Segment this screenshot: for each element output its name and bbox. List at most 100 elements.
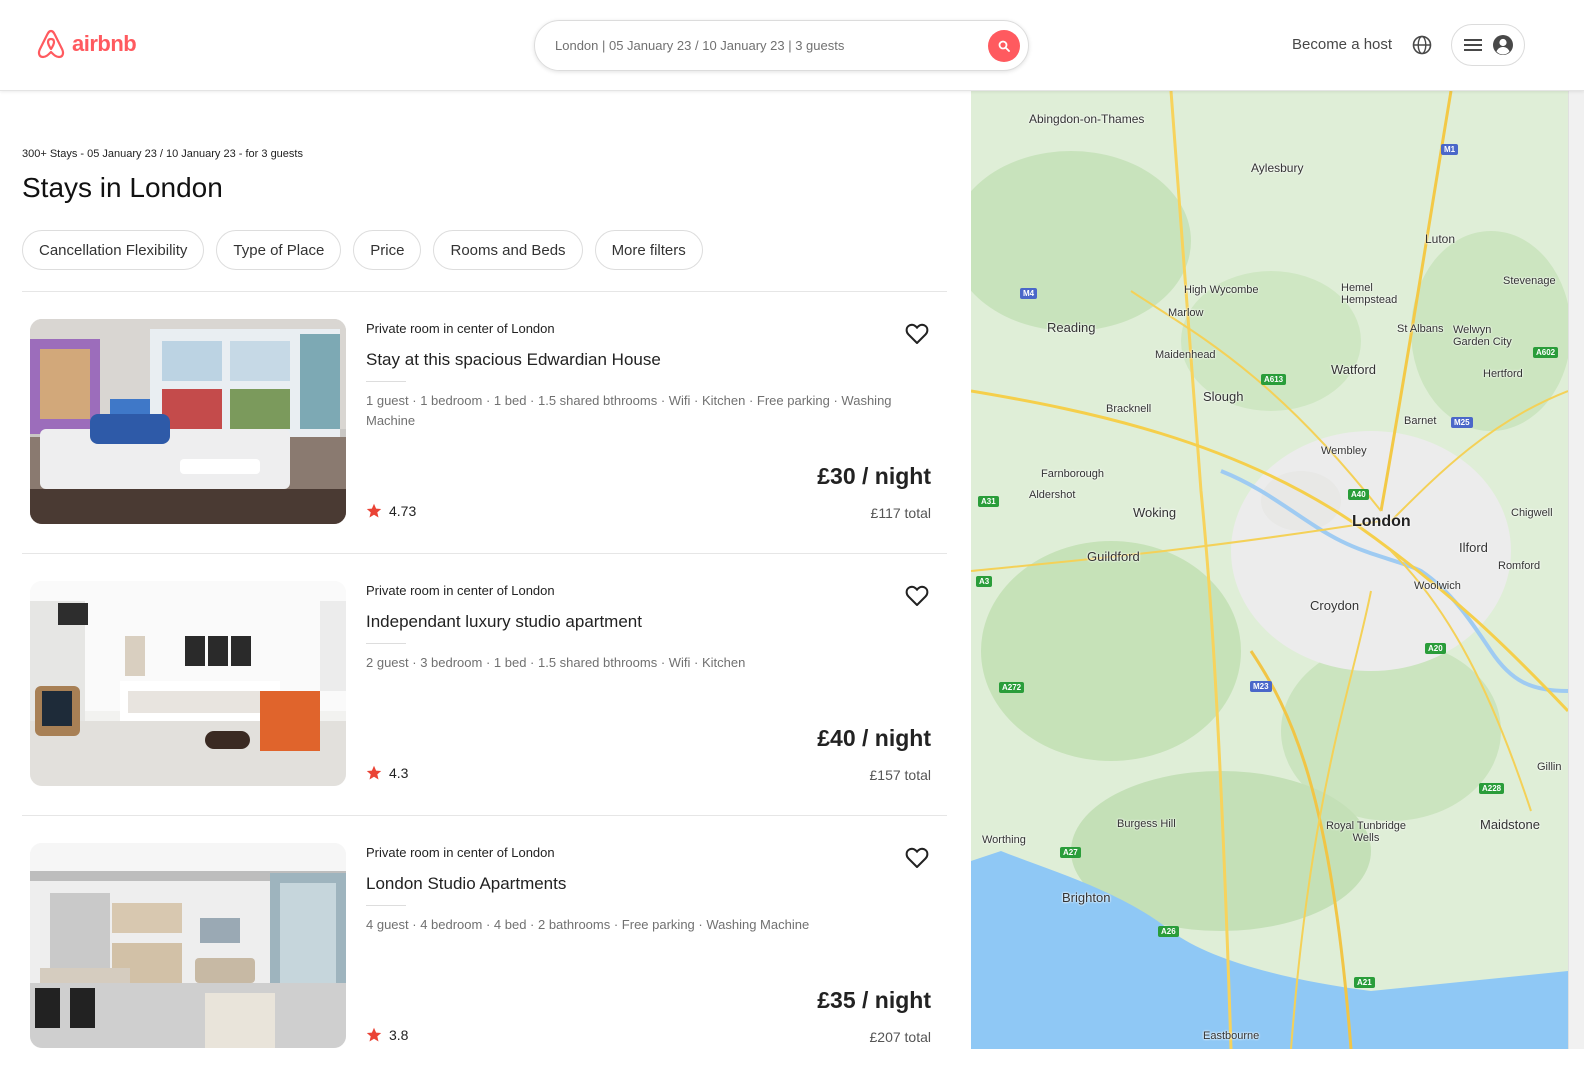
filter-cancellation-flexibility[interactable]: Cancellation Flexibility: [22, 230, 205, 270]
page-scrollbar[interactable]: [1568, 0, 1584, 1049]
listing-amenities: 4 guest · 4 bedroom · 4 bed · 2 bathroom…: [366, 917, 810, 932]
listing-subtitle: Private room in center of London: [366, 845, 555, 860]
listing-rating: 4.73: [366, 503, 416, 519]
road-shield: M23: [1250, 681, 1272, 692]
road-shield: A272: [999, 682, 1025, 693]
star-icon: [366, 1027, 382, 1042]
map-place-label: Luton: [1425, 232, 1456, 246]
map-place-label: Croydon: [1310, 598, 1360, 613]
road-shield: A27: [1060, 847, 1081, 858]
search-icon: [998, 40, 1010, 52]
heart-icon[interactable]: [904, 583, 930, 609]
listing-title[interactable]: Stay at this spacious Edwardian House: [366, 350, 661, 370]
road-shield: A228: [1479, 783, 1505, 794]
listing-card[interactable]: Private room in center of London Indepen…: [22, 553, 947, 815]
map-place-label: Burgess Hill: [1117, 818, 1176, 830]
map-place-label: Maidstone: [1480, 817, 1540, 832]
map-place-label: Bracknell: [1106, 403, 1152, 415]
road-shield: A21: [1354, 977, 1375, 988]
hamburger-menu-icon: [1464, 39, 1482, 51]
listing-subtitle: Private room in center of London: [366, 583, 555, 598]
road-shield: A602: [1533, 347, 1559, 358]
road-shield: A40: [1348, 489, 1369, 500]
listing-photo[interactable]: [30, 319, 346, 524]
listing-price: £40 / night: [817, 725, 931, 751]
map-place-label: Gillin: [1537, 761, 1562, 773]
road-shield: M1: [1441, 144, 1459, 155]
map-place-label: Royal Tunbridge Wells: [1325, 820, 1407, 844]
map-place-label: Romford: [1498, 560, 1541, 572]
listing-price: £35 / night: [817, 987, 931, 1013]
map-panel[interactable]: Abingdon-on-Thames Aylesbury Luton Steve…: [971, 91, 1568, 1049]
map-place-label: Guildford: [1087, 549, 1140, 564]
map-place-label: Woolwich: [1414, 580, 1461, 592]
filter-rooms-and-beds[interactable]: Rooms and Beds: [433, 230, 583, 270]
listing-total: £117 total: [870, 505, 931, 521]
road-shield: A3: [976, 576, 993, 587]
map-place-label: Reading: [1047, 320, 1096, 335]
listing-card[interactable]: Private room in center of London London …: [22, 815, 947, 1077]
filter-bar: Cancellation Flexibility Type of Place P…: [22, 230, 703, 270]
search-bar[interactable]: London | 05 January 23 / 10 January 23 |…: [534, 20, 1029, 71]
listing-title[interactable]: Independant luxury studio apartment: [366, 612, 642, 632]
map-city-label: London: [1352, 513, 1411, 530]
listing-title[interactable]: London Studio Apartments: [366, 874, 566, 894]
map-place-label: Hertford: [1483, 368, 1523, 380]
listing-amenities: 1 guest · 1 bedroom · 1 bed · 1.5 shared…: [366, 393, 892, 428]
rating-value: 3.8: [389, 1027, 409, 1043]
listing-rating: 4.3: [366, 765, 408, 781]
listing-subtitle: Private room in center of London: [366, 321, 555, 336]
listing-rule: [366, 381, 406, 382]
road-shield: A31: [978, 496, 999, 507]
top-header: airbnb London | 05 January 23 / 10 Janua…: [0, 0, 1584, 91]
studio-photo-image: [30, 581, 346, 786]
brand-name: airbnb: [72, 31, 137, 56]
listing-rule: [366, 905, 406, 906]
map-place-label: Brighton: [1062, 890, 1111, 905]
page-title: Stays in London: [22, 172, 223, 203]
road-shield: A26: [1158, 926, 1179, 937]
star-icon: [366, 503, 382, 518]
search-button[interactable]: [988, 30, 1020, 62]
listing-amenities: 2 guest · 3 bedroom · 1 bed · 1.5 shared…: [366, 655, 746, 670]
filter-type-of-place[interactable]: Type of Place: [216, 230, 342, 270]
map-place-label: Stevenage: [1503, 275, 1556, 287]
listing-card[interactable]: Private room in center of London Stay at…: [22, 291, 947, 553]
listing-photo[interactable]: [30, 581, 346, 786]
rating-value: 4.73: [389, 503, 417, 519]
filter-more-filters[interactable]: More filters: [594, 230, 703, 270]
map-place-label: Ilford: [1459, 540, 1488, 555]
listing-total: £157 total: [869, 767, 932, 783]
map-place-label: Wembley: [1321, 445, 1367, 457]
user-menu-button[interactable]: [1451, 24, 1525, 66]
star-icon: [366, 765, 382, 780]
become-host-link[interactable]: Become a host: [1292, 36, 1392, 53]
map-place-label: Hemel Hempstead: [1341, 282, 1398, 306]
globe-icon[interactable]: [1412, 35, 1432, 55]
filter-price[interactable]: Price: [353, 230, 422, 270]
map-place-label: Abingdon-on-Thames: [1029, 112, 1145, 126]
user-avatar-icon: [1493, 35, 1513, 55]
map-base-image: [971, 91, 1568, 1049]
listing-rating: 3.8: [366, 1027, 408, 1043]
map-place-label: Aylesbury: [1251, 161, 1304, 175]
map-place-label: Chigwell: [1511, 507, 1553, 519]
map-place-label: Watford: [1331, 362, 1377, 377]
map-place-label: Barnet: [1404, 415, 1437, 427]
heart-icon[interactable]: [904, 321, 930, 347]
map-place-label: Worthing: [982, 834, 1026, 846]
map-place-label: High Wycombe: [1184, 284, 1259, 296]
listing-price: £30 / night: [817, 463, 931, 489]
results-summary: 300+ Stays - 05 January 23 / 10 January …: [22, 148, 303, 160]
heart-icon[interactable]: [904, 845, 930, 871]
road-shield: M4: [1020, 288, 1038, 299]
map-place-label: Slough: [1203, 389, 1244, 404]
apartment-photo-image: [30, 843, 346, 1048]
map-place-label: Maidenhead: [1155, 349, 1216, 361]
listing-photo[interactable]: [30, 843, 346, 1048]
rating-value: 4.3: [389, 765, 409, 781]
bedroom-photo-image: [30, 319, 346, 524]
road-shield: A20: [1425, 643, 1446, 654]
road-shield: A613: [1261, 374, 1287, 385]
airbnb-logo[interactable]: airbnb: [36, 28, 137, 60]
